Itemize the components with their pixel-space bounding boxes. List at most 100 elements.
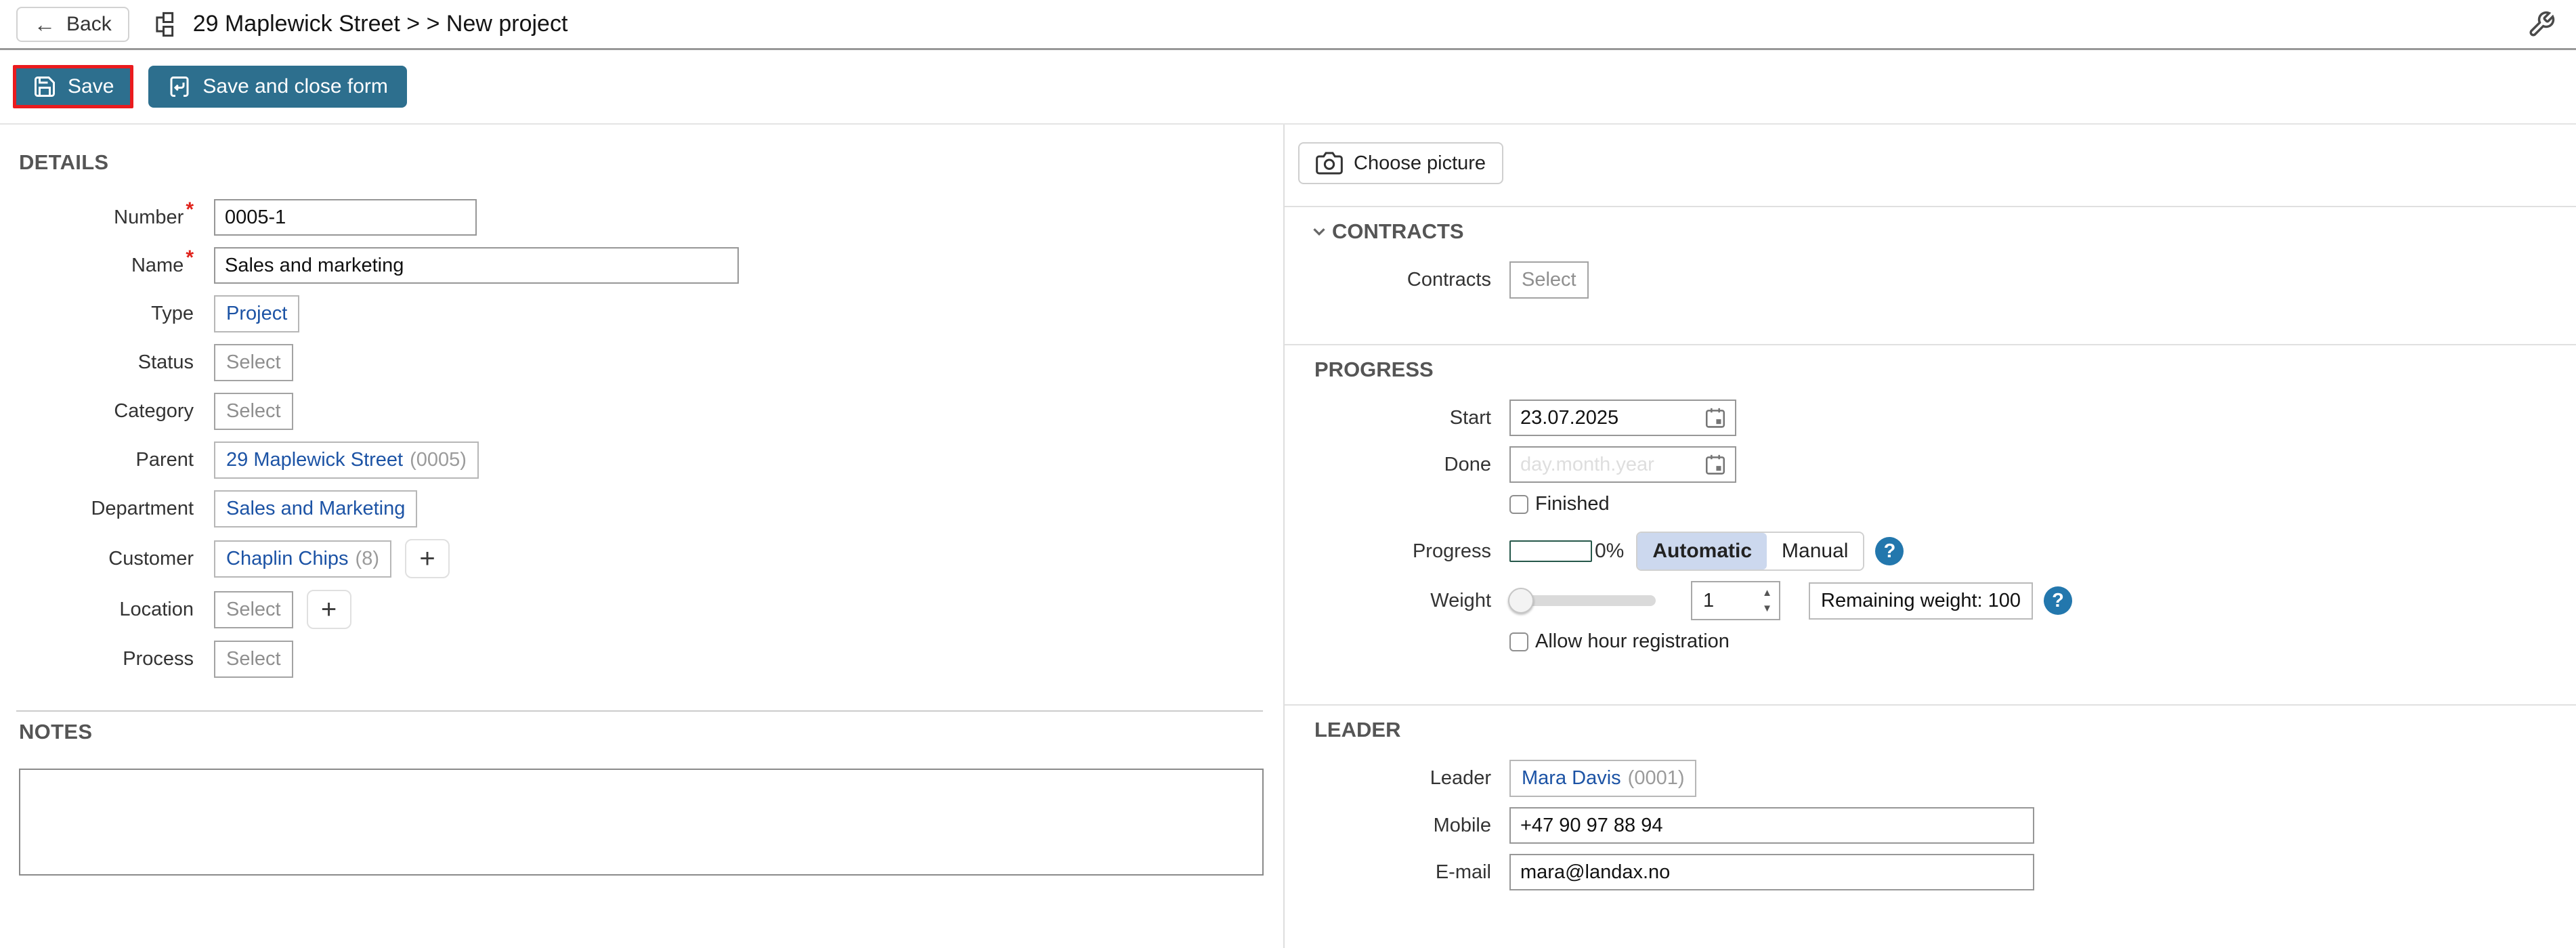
leader-code: (0001): [1628, 767, 1685, 790]
plus-icon: +: [419, 545, 435, 572]
automatic-toggle[interactable]: Automatic: [1637, 533, 1767, 569]
toolbar: Save Save and close form: [0, 50, 2576, 125]
department-label: Department: [19, 498, 194, 520]
app: ← Back 29 Maplewick Street > > New proje…: [0, 0, 2576, 948]
notes-heading: NOTES: [19, 720, 1283, 744]
number-row: Number*: [19, 199, 1283, 236]
type-value: Project: [226, 303, 287, 325]
leader-row: Leader Mara Davis (0001): [1314, 760, 2576, 797]
weight-slider[interactable]: [1512, 595, 1656, 606]
customer-chip[interactable]: Chaplin Chips (8): [214, 540, 391, 578]
save-and-close-label: Save and close form: [202, 75, 387, 98]
allow-hour-registration-checkbox[interactable]: [1509, 632, 1528, 651]
department-value: Sales and Marketing: [226, 498, 405, 520]
choose-picture-button[interactable]: Choose picture: [1298, 142, 1503, 184]
back-arrow-icon: ←: [34, 14, 56, 35]
chevron-down-icon[interactable]: [1314, 221, 1329, 242]
allow-hour-registration-label: Allow hour registration: [1535, 630, 1730, 653]
project-tree-icon: [147, 10, 175, 39]
required-asterisk: *: [186, 246, 194, 269]
done-date-input[interactable]: [1509, 446, 1736, 483]
progress-mode-toggle: Automatic Manual: [1636, 532, 1864, 571]
status-row: Status Select: [19, 344, 1283, 381]
progress-percent: 0%: [1595, 540, 1624, 563]
department-row: Department Sales and Marketing: [19, 490, 1283, 527]
save-and-close-icon: [167, 74, 192, 99]
customer-label: Customer: [19, 548, 194, 570]
location-select-button[interactable]: Select: [214, 591, 293, 628]
leader-label: Leader: [1314, 767, 1491, 790]
help-icon[interactable]: ?: [2044, 586, 2072, 615]
add-customer-button[interactable]: +: [405, 539, 450, 578]
save-and-close-button[interactable]: Save and close form: [148, 66, 406, 108]
department-chip[interactable]: Sales and Marketing: [214, 490, 417, 527]
parent-chip[interactable]: 29 Maplewick Street (0005): [214, 441, 479, 479]
done-label: Done: [1314, 454, 1491, 476]
choose-picture-label: Choose picture: [1354, 152, 1486, 175]
customer-code: (8): [356, 548, 379, 570]
status-label: Status: [19, 351, 194, 374]
type-label: Type: [19, 303, 194, 325]
email-row: E-mail: [1314, 854, 2576, 890]
leader-chip[interactable]: Mara Davis (0001): [1509, 760, 1696, 797]
category-select-button[interactable]: Select: [214, 393, 293, 430]
finished-label: Finished: [1535, 493, 1610, 515]
parent-row: Parent 29 Maplewick Street (0005): [19, 441, 1283, 479]
finished-checkbox[interactable]: [1509, 495, 1528, 514]
number-input[interactable]: [214, 199, 477, 236]
main-content: DETAILS Number* Name* Type Project Statu…: [0, 125, 2576, 948]
stepper-down-icon[interactable]: ▼: [1762, 603, 1772, 613]
mobile-input[interactable]: [1509, 807, 2034, 844]
progress-heading: PROGRESS: [1314, 358, 1434, 382]
wrench-icon[interactable]: [2527, 10, 2556, 39]
progress-row: Progress 0% Automatic Manual ?: [1314, 532, 2576, 571]
name-label: Name*: [19, 255, 194, 277]
type-chip[interactable]: Project: [214, 295, 299, 332]
progress-label: Progress: [1314, 540, 1491, 563]
process-row: Process Select: [19, 641, 1283, 678]
weight-label: Weight: [1314, 590, 1491, 612]
name-input[interactable]: [214, 247, 739, 284]
leader-heading: LEADER: [1314, 718, 1400, 742]
add-location-button[interactable]: +: [307, 590, 351, 629]
start-date-input[interactable]: [1509, 400, 1736, 436]
page-title: 29 Maplewick Street > > New project: [193, 11, 568, 37]
contracts-row: Contracts Select: [1314, 261, 2576, 299]
leader-section: LEADER Leader Mara Davis (0001) Mobile E…: [1285, 704, 2576, 905]
progress-bar: [1509, 540, 1592, 562]
save-button[interactable]: Save: [13, 65, 133, 108]
help-icon[interactable]: ?: [1875, 537, 1904, 565]
email-input[interactable]: [1509, 854, 2034, 890]
notes-divider: [16, 710, 1263, 712]
back-label: Back: [66, 13, 112, 36]
calendar-icon[interactable]: [1704, 453, 1727, 476]
mobile-label: Mobile: [1314, 815, 1491, 837]
required-asterisk: *: [186, 198, 194, 221]
mobile-row: Mobile: [1314, 807, 2576, 844]
number-label: Number*: [19, 207, 194, 229]
status-select-button[interactable]: Select: [214, 344, 293, 381]
done-row: Done: [1314, 446, 2576, 483]
details-heading: DETAILS: [19, 150, 1283, 175]
weight-row: Weight ▲ ▼ Remaining weight: 100 ?: [1314, 581, 2576, 620]
email-label: E-mail: [1314, 861, 1491, 884]
back-button[interactable]: ← Back: [16, 7, 129, 42]
process-select-button[interactable]: Select: [214, 641, 293, 678]
stepper-up-icon[interactable]: ▲: [1762, 588, 1772, 598]
calendar-icon[interactable]: [1704, 406, 1727, 429]
contracts-select-button[interactable]: Select: [1509, 261, 1589, 299]
parent-code: (0005): [410, 449, 467, 471]
parent-value: 29 Maplewick Street: [226, 449, 403, 471]
type-row: Type Project: [19, 295, 1283, 332]
manual-toggle[interactable]: Manual: [1767, 533, 1863, 569]
category-row: Category Select: [19, 393, 1283, 430]
plus-icon: +: [321, 596, 337, 623]
weight-slider-thumb[interactable]: [1508, 588, 1534, 613]
customer-value: Chaplin Chips: [226, 548, 349, 570]
start-row: Start: [1314, 400, 2576, 436]
customer-row: Customer Chaplin Chips (8) +: [19, 539, 1283, 578]
name-row: Name*: [19, 247, 1283, 284]
weight-input[interactable]: [1696, 590, 1737, 612]
notes-textarea[interactable]: [19, 769, 1264, 876]
details-panel: DETAILS Number* Name* Type Project Statu…: [0, 125, 1285, 948]
